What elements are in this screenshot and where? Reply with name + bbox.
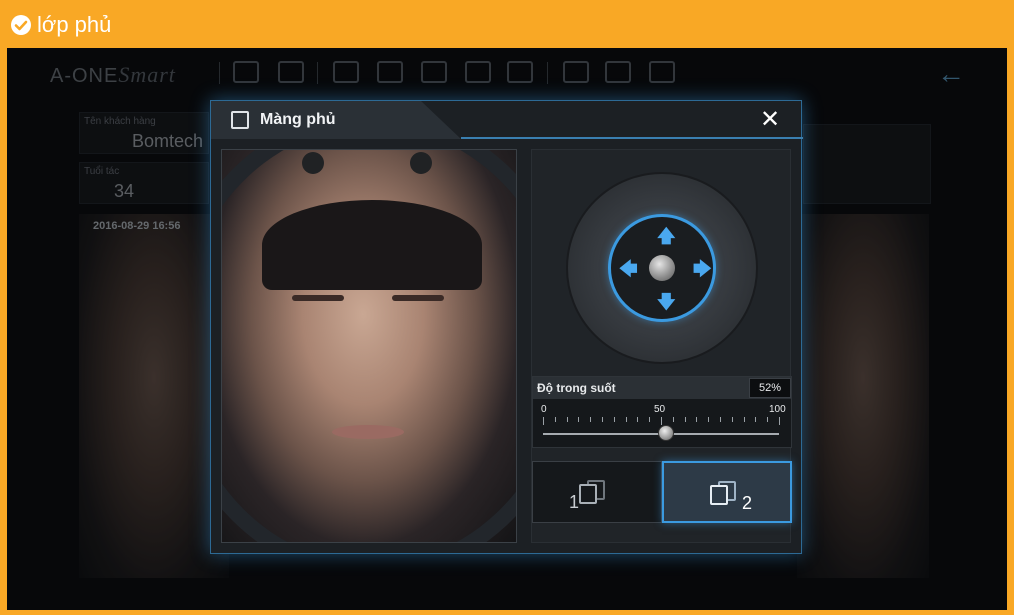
slider-tick <box>554 417 556 422</box>
slider-tick <box>731 417 733 422</box>
clip <box>302 152 324 174</box>
scale-mid-label: 50 <box>654 404 666 415</box>
dialog-header: Màng phủ ✕ <box>211 101 803 139</box>
slider-tick <box>578 417 580 422</box>
mode-label: 2 <box>742 493 753 513</box>
slider-tick <box>613 417 615 422</box>
dialog-header-line <box>461 137 803 139</box>
overlay-images-icon <box>579 480 605 506</box>
opacity-slider-thumb[interactable] <box>657 425 674 441</box>
header-bar: lớp phủ <box>0 0 1014 48</box>
opacity-value: 52% <box>749 378 791 398</box>
controls-panel: 🡅 🡇 🡄 🡆 Độ trong suốt 52% 0 50 100 1 2 <box>531 149 792 543</box>
mode-label: 1 <box>569 492 580 512</box>
slider-tick <box>661 417 662 425</box>
overlay-images-icon <box>710 481 736 507</box>
slider-tick <box>649 417 651 422</box>
slider-ticks <box>543 417 780 425</box>
opacity-label: Độ trong suốt <box>537 381 616 395</box>
overlay-dialog: Màng phủ ✕ 🡅 🡇 🡄 🡆 Độ trong suốt 52% 0 5… <box>210 100 803 554</box>
arrow-right-icon[interactable]: 🡆 <box>693 260 712 278</box>
header-title: lớp phủ <box>37 12 112 37</box>
overlay-mode-1-button[interactable]: 1 <box>532 461 662 523</box>
clip <box>410 152 432 174</box>
slider-tick <box>779 417 780 425</box>
joystick-knob[interactable] <box>649 255 675 281</box>
slider-tick <box>672 417 674 422</box>
overlay-mode-2-button[interactable]: 2 <box>662 461 792 523</box>
joystick: 🡅 🡇 🡄 🡆 <box>566 172 758 364</box>
check-circle-icon <box>11 15 31 35</box>
slider-tick <box>637 417 639 422</box>
slider-tick <box>696 417 698 422</box>
slider-tick <box>684 417 686 422</box>
slider-tick <box>566 417 568 422</box>
right-eye <box>392 295 444 301</box>
joystick-ring: 🡅 🡇 🡄 🡆 <box>608 214 716 322</box>
arrow-down-icon[interactable]: 🡇 <box>657 293 676 311</box>
mouth <box>332 425 404 439</box>
arrow-up-icon[interactable]: 🡅 <box>657 227 676 245</box>
opacity-panel: Độ trong suốt 52% 0 50 100 <box>532 376 792 448</box>
slider-tick <box>708 417 710 422</box>
opacity-header: Độ trong suốt 52% <box>533 377 791 399</box>
face-photo <box>221 149 517 543</box>
slider-tick <box>767 417 769 422</box>
slider-tick <box>720 417 721 422</box>
slider-tick <box>625 417 627 422</box>
slider-tick <box>590 417 592 422</box>
app-window: A-ONESmart ← Tên khách hàng Bomtech Tuổi… <box>7 48 1007 610</box>
slider-tick <box>602 417 603 422</box>
scale-min-label: 0 <box>541 404 547 415</box>
slider-tick <box>755 417 757 422</box>
scale-max-label: 100 <box>769 404 786 415</box>
hair <box>262 200 482 290</box>
slider-tick <box>543 417 544 425</box>
slider-tick <box>743 417 745 422</box>
arrow-left-icon[interactable]: 🡄 <box>619 260 638 278</box>
left-eye <box>292 295 344 301</box>
close-icon[interactable]: ✕ <box>759 108 781 132</box>
portrait-icon <box>231 111 249 129</box>
dialog-title: Màng phủ <box>260 111 336 128</box>
